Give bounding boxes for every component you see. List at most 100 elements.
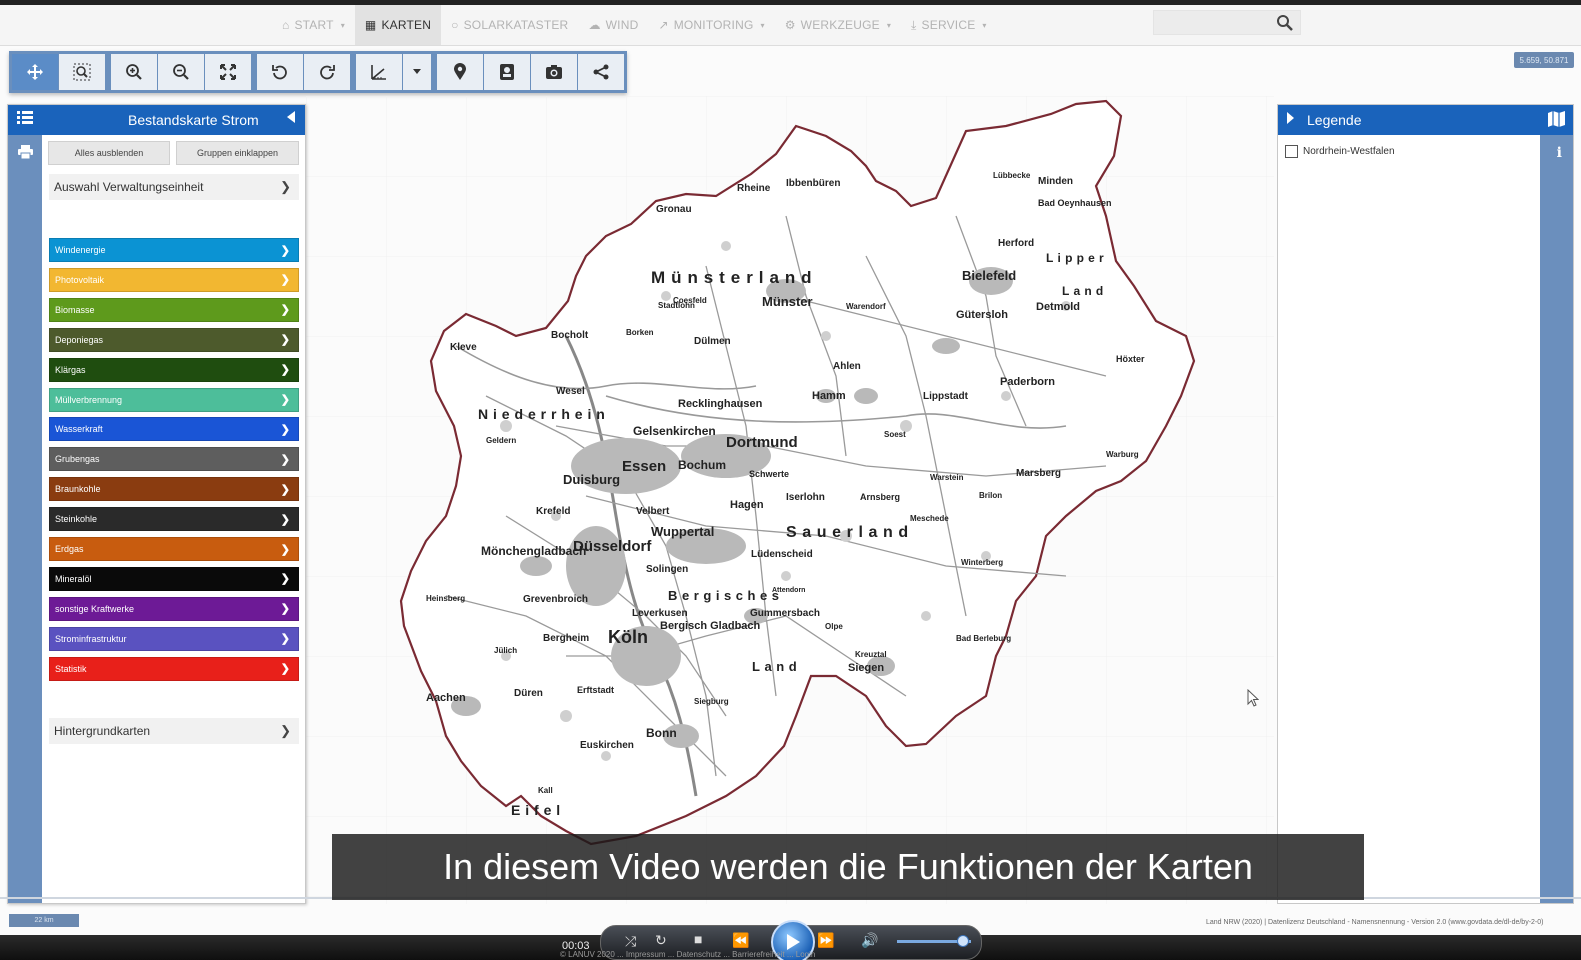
top-navigation: ⌂ START ▾ ▦ KARTEN ○ SOLARKATASTER ☁ WIND ↗ MONITO… — [0, 0, 1581, 46]
map-canvas[interactable]: Münsterland Münster Bielefeld Lipper Land Ibb… — [306, 96, 1274, 904]
map-label: Gummersbach — [750, 608, 821, 619]
chevron-right-icon: ❯ — [280, 573, 290, 586]
fast-forward-icon[interactable]: ⏩ — [817, 932, 834, 949]
zoom-out-icon[interactable] — [158, 54, 204, 90]
map-label: Kreuztal — [855, 650, 887, 659]
chevron-right-icon: ❯ — [280, 423, 290, 436]
hide-all-button[interactable]: Alles ausblenden — [48, 141, 170, 165]
map-label: Jülich — [494, 646, 518, 655]
map-label: Gelsenkirchen — [633, 424, 716, 438]
layer-group-braunkohle[interactable]: Braunkohle ❯ — [49, 477, 299, 502]
map-label: Attendorn — [772, 587, 806, 594]
map-label: Leverkusen — [632, 608, 688, 619]
map-label: Detmold — [1036, 301, 1080, 313]
right-side-strip — [1540, 105, 1573, 903]
redo-icon[interactable] — [304, 54, 350, 90]
layer-group-label: Mineralöl — [55, 573, 92, 584]
map-label: Gütersloh — [956, 309, 1008, 321]
page-footer-text: © LANUV 2020 ... Impressum ... Datenschu… — [560, 950, 816, 959]
nav-item-werkzeuge[interactable]: ⚙ WERKZEUGE ▾ — [775, 5, 901, 45]
chevron-right-icon: ❯ — [280, 513, 290, 526]
layer-group-klärgas[interactable]: Klärgas ❯ — [49, 357, 299, 382]
nav-item-label: SERVICE — [921, 18, 976, 32]
undo-icon[interactable] — [257, 54, 303, 90]
camera-icon[interactable] — [531, 54, 577, 90]
map-label: Solingen — [646, 564, 689, 575]
layer-group-müllverbrennung[interactable]: Müllverbrennung ❯ — [49, 387, 299, 412]
collapse-groups-button[interactable]: Gruppen einklappen — [176, 141, 299, 165]
nav-item-solarkataster[interactable]: ○ SOLARKATASTER — [441, 5, 578, 45]
map-label: Sauerland — [786, 524, 914, 541]
zoom-in-icon[interactable] — [111, 54, 157, 90]
map-label: Kall — [538, 786, 553, 795]
chevron-right-icon: ❯ — [280, 244, 290, 257]
nav-item-label: MONITORING — [673, 18, 754, 32]
admin-unit-selector[interactable]: Auswahl Verwaltungseinheit ❯ — [49, 174, 299, 200]
admin-unit-label: Auswahl Verwaltungseinheit — [54, 180, 204, 194]
layer-group-label: Deponiegas — [55, 334, 104, 345]
layer-panel-header: Bestandskarte Strom — [8, 105, 305, 135]
share-icon[interactable] — [578, 54, 624, 90]
map-label: Höxter — [1116, 354, 1145, 364]
pan-icon[interactable] — [12, 54, 58, 90]
map-label: Recklinghausen — [678, 398, 763, 410]
nav-item-service[interactable]: ⤓ SERVICE ▾ — [901, 5, 997, 45]
shuffle-icon[interactable]: ⤮ — [625, 933, 636, 950]
map-label: Bergisches — [668, 588, 784, 603]
layer-group-strominfrastruktur[interactable]: Strominfrastruktur ❯ — [49, 626, 299, 651]
layer-group-statistik[interactable]: Statistik ❯ — [49, 656, 299, 681]
map-label: Köln — [608, 627, 648, 647]
nav-item-monitoring[interactable]: ↗ MONITORING ▾ — [648, 5, 774, 45]
volume-icon[interactable]: 🔊 — [861, 932, 878, 949]
layer-group-mineralöl[interactable]: Mineralöl ❯ — [49, 566, 299, 591]
home-icon: ⌂ — [282, 18, 290, 32]
search-icon[interactable] — [1270, 10, 1300, 35]
map-label: Grevenbroich — [523, 594, 589, 605]
layer-group-grubengas[interactable]: Grubengas ❯ — [49, 447, 299, 472]
layer-group-windenergie[interactable]: Windenergie ❯ — [49, 238, 299, 262]
volume-slider-knob[interactable] — [957, 935, 969, 947]
chevron-right-icon: ❯ — [280, 543, 290, 556]
map-label: Minden — [1038, 176, 1073, 187]
background-maps-group[interactable]: Hintergrundkarten ❯ — [49, 718, 299, 744]
layer-group-sonstige-kraftwerke[interactable]: sonstige Kraftwerke ❯ — [49, 596, 299, 621]
stop-icon[interactable]: ■ — [694, 931, 702, 947]
nav-item-start[interactable]: ⌂ START ▾ — [272, 5, 355, 45]
map-label: Niederrhein — [478, 406, 610, 422]
legend-checkbox[interactable] — [1285, 145, 1298, 158]
chevron-down-icon: ▾ — [982, 20, 987, 30]
layer-group-deponiegas[interactable]: Deponiegas ❯ — [49, 327, 299, 352]
chevron-right-icon: ❯ — [280, 179, 291, 194]
layer-group-wasserkraft[interactable]: Wasserkraft ❯ — [49, 417, 299, 442]
legend-item[interactable]: Nordrhein-Westfalen — [1285, 145, 1395, 158]
layer-group-biomasse[interactable]: Biomasse ❯ — [49, 297, 299, 322]
chevron-right-icon: ❯ — [280, 723, 291, 738]
info-icon[interactable]: i — [1557, 145, 1562, 161]
nav-item-wind[interactable]: ☁ WIND — [578, 5, 648, 45]
repeat-icon[interactable]: ↻ — [655, 932, 667, 949]
layer-group-steinkohle[interactable]: Steinkohle ❯ — [49, 507, 299, 532]
print-icon[interactable] — [18, 145, 33, 162]
nav-item-label: KARTEN — [381, 18, 432, 32]
layer-group-photovoltaik[interactable]: Photovoltaik ❯ — [49, 267, 299, 292]
attribution-text: Land NRW (2020) | Datenlizenz Deutschlan… — [1206, 919, 1544, 926]
measure-dropdown-icon[interactable] — [403, 54, 431, 90]
expand-right-icon[interactable] — [1287, 112, 1294, 127]
zoom-box-icon[interactable] — [59, 54, 105, 90]
rewind-icon[interactable]: ⏪ — [732, 932, 749, 949]
download-icon: ⤓ — [911, 17, 917, 32]
nav-item-karten[interactable]: ▦ KARTEN — [354, 5, 442, 45]
bookmark-icon[interactable] — [484, 54, 530, 90]
map-label: Siegen — [848, 662, 885, 674]
map-label: Bad Oeynhausen — [1038, 198, 1112, 208]
chevron-down-icon: ▾ — [760, 20, 765, 30]
full-extent-icon[interactable] — [205, 54, 251, 90]
measure-icon[interactable] — [356, 54, 402, 90]
map-label: Krefeld — [536, 506, 571, 517]
map-icon[interactable] — [1548, 111, 1565, 130]
layer-group-erdgas[interactable]: Erdgas ❯ — [49, 537, 299, 561]
map-label: Warstein — [930, 473, 964, 482]
collapse-left-icon[interactable] — [287, 110, 295, 126]
marker-icon[interactable] — [437, 54, 483, 90]
list-icon[interactable] — [17, 111, 33, 129]
